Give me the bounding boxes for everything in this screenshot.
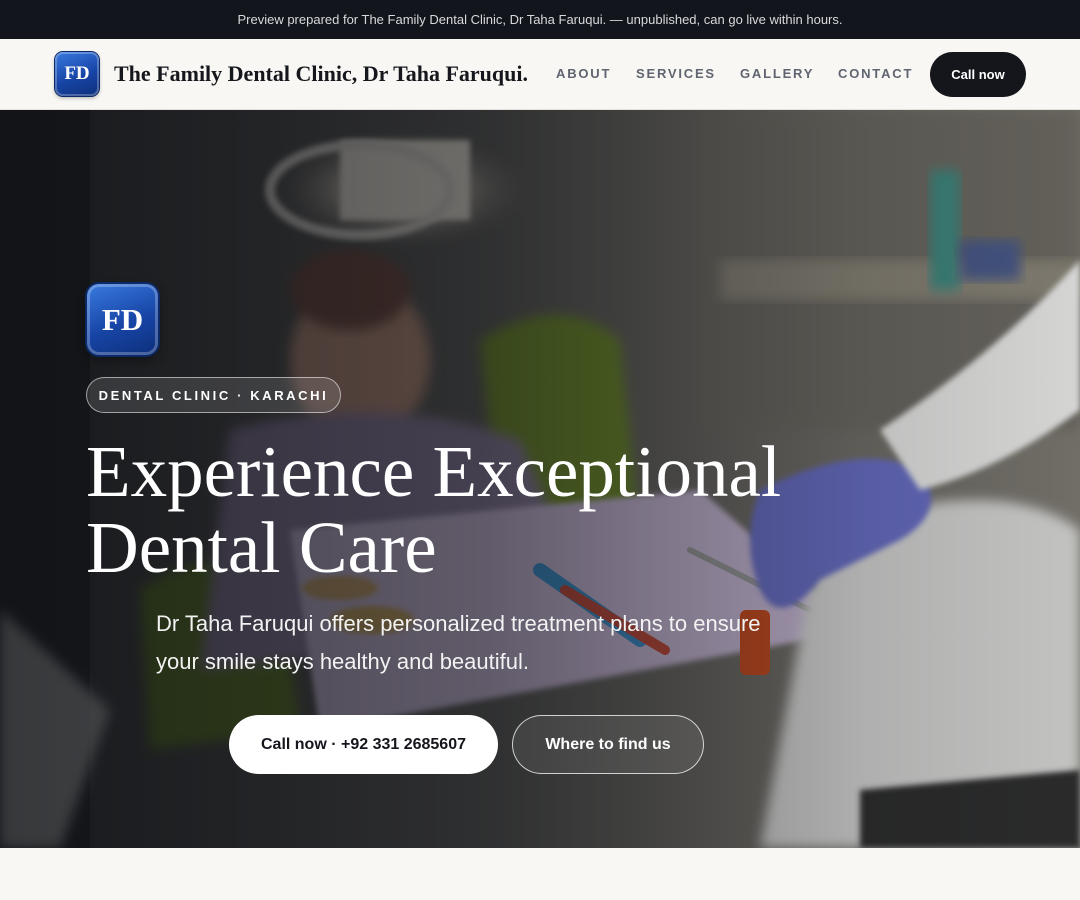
call-now-phone-label: Call now · +92 331 2685607 — [260, 735, 466, 753]
logo-badge[interactable]: FD — [55, 52, 99, 96]
nav-link-about[interactable]: ABOUT — [556, 66, 611, 81]
brand-name[interactable]: The Family Dental Clinic, Dr Taha Faruqu… — [114, 61, 528, 87]
hero-logo-badge: FD — [87, 284, 158, 355]
preview-banner: Preview prepared for The Family Dental C… — [0, 0, 1080, 39]
hero-logo-text: FD — [101, 301, 144, 337]
header-call-label: Call now — [951, 67, 1005, 82]
site-header: FD The Family Dental Clinic, Dr Taha Far… — [0, 39, 1080, 110]
hero-eyebrow-text: DENTAL CLINIC · KARACHI — [98, 387, 329, 403]
hero-eyebrow-badge: DENTAL CLINIC · KARACHI — [86, 377, 341, 413]
hero-subtitle: Dr Taha Faruqui offers personalized trea… — [156, 611, 761, 674]
preview-banner-text: Preview prepared for The Family Dental C… — [237, 12, 843, 27]
logo-text: FD — [64, 63, 90, 84]
header-call-button[interactable]: Call now — [930, 52, 1026, 97]
nav-link-gallery[interactable]: GALLERY — [740, 66, 814, 81]
find-us-button[interactable]: Where to find us — [512, 715, 704, 774]
hero-section: FD DENTAL CLINIC · KARACHI Experience Ex… — [0, 110, 1080, 848]
hero-title: Experience Exceptional Dental Care — [86, 431, 782, 588]
find-us-label: Where to find us — [545, 735, 671, 753]
nav-link-services[interactable]: SERVICES — [636, 66, 716, 81]
call-now-phone-button[interactable]: Call now · +92 331 2685607 — [229, 715, 498, 774]
nav-link-contact[interactable]: CONTACT — [838, 66, 913, 81]
